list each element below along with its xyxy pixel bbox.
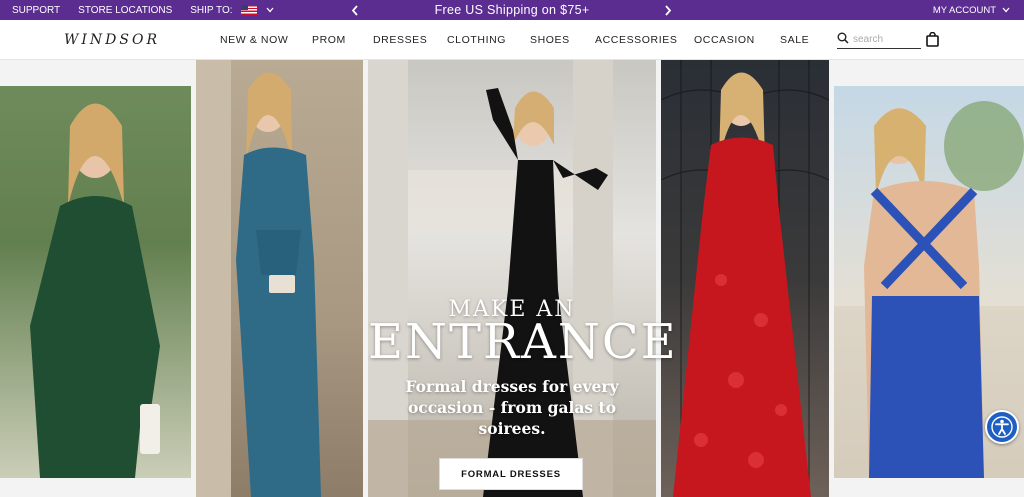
hero-image-teal-satin-dress[interactable] bbox=[196, 60, 363, 497]
support-link[interactable]: SUPPORT bbox=[12, 5, 60, 16]
my-account-label: MY ACCOUNT bbox=[932, 4, 996, 16]
nav-item-accessories[interactable]: ACCESSORIES bbox=[595, 34, 677, 46]
nav-item-occasion[interactable]: OCCASION bbox=[694, 34, 755, 46]
chevron-left-icon[interactable] bbox=[351, 0, 359, 20]
hero-subtitle: Formal dresses for every occasion - from… bbox=[405, 377, 619, 438]
nav-item-clothing[interactable]: CLOTHING bbox=[447, 34, 506, 46]
search-box[interactable] bbox=[837, 31, 921, 49]
chevron-down-icon bbox=[1002, 5, 1010, 15]
promo-bar: SUPPORT STORE LOCATIONS SHIP TO: Free US… bbox=[0, 0, 1024, 20]
accessibility-icon[interactable] bbox=[985, 410, 1019, 444]
flag-us-icon bbox=[241, 4, 258, 15]
shopping-bag-icon[interactable] bbox=[926, 31, 939, 52]
main-nav: WINDSOR NEW & NOW PROM DRESSES CLOTHING … bbox=[0, 20, 1024, 60]
hero-headline-line2: ENTRANCE bbox=[368, 314, 678, 370]
brand-logo[interactable]: WINDSOR bbox=[64, 32, 160, 48]
my-account-menu[interactable]: MY ACCOUNT bbox=[933, 0, 1010, 20]
chevron-down-icon bbox=[266, 5, 274, 15]
search-icon[interactable] bbox=[837, 31, 849, 49]
nav-item-new-now[interactable]: NEW & NOW bbox=[220, 34, 288, 46]
ship-to-selector[interactable]: SHIP TO: bbox=[190, 5, 274, 16]
nav-item-prom[interactable]: PROM bbox=[312, 34, 346, 46]
store-locations-link[interactable]: STORE LOCATIONS bbox=[78, 5, 172, 16]
chevron-right-icon[interactable] bbox=[664, 0, 672, 20]
nav-item-sale[interactable]: SALE bbox=[780, 34, 809, 46]
ship-to-label: SHIP TO: bbox=[190, 4, 233, 16]
search-input[interactable] bbox=[853, 34, 915, 45]
formal-dresses-button[interactable]: FORMAL DRESSES bbox=[439, 458, 583, 490]
nav-item-shoes[interactable]: SHOES bbox=[530, 34, 570, 46]
nav-item-dresses[interactable]: DRESSES bbox=[373, 34, 427, 46]
hero-image-green-velvet-dress[interactable] bbox=[0, 86, 191, 478]
hero-image-red-lace-gown[interactable] bbox=[661, 60, 829, 497]
